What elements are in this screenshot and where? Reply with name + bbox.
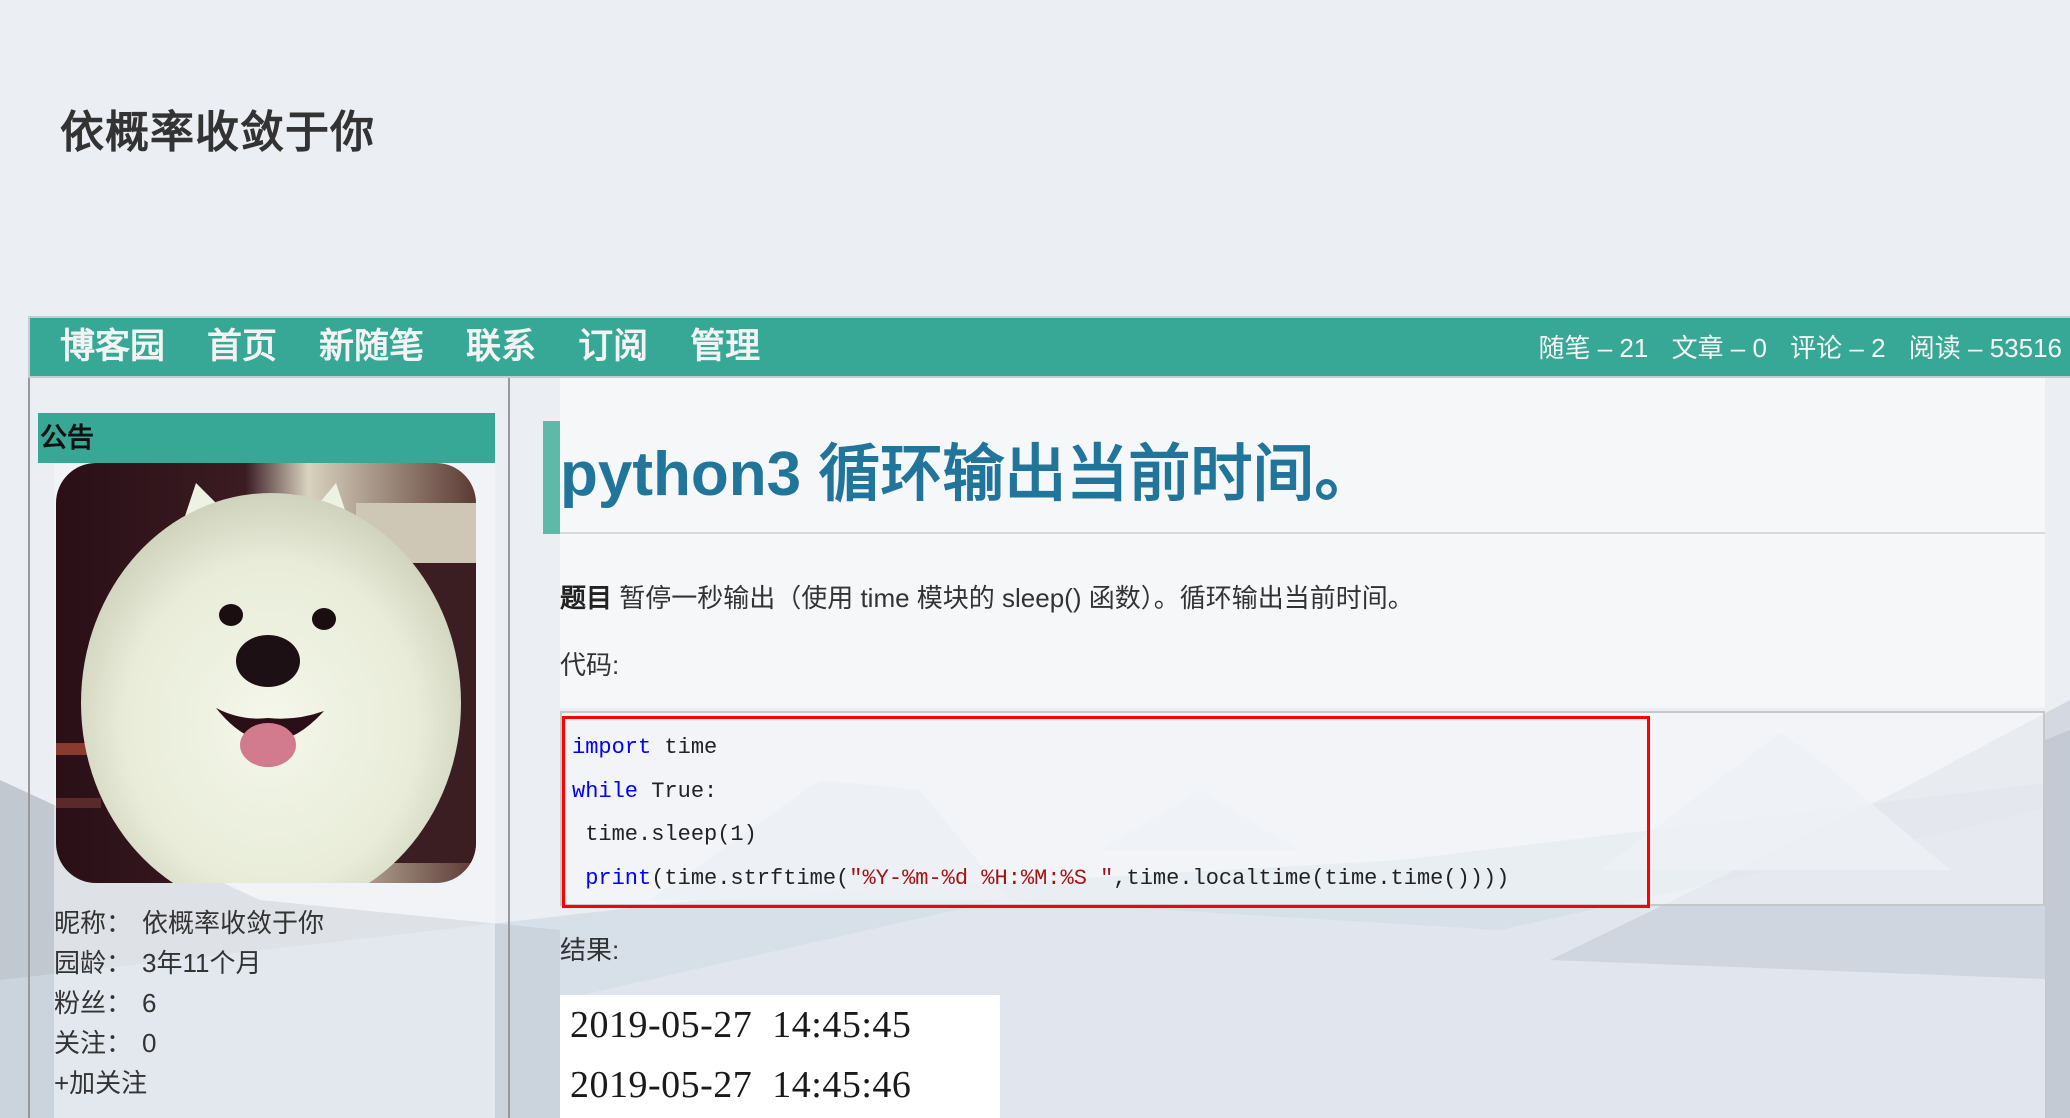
code-line: import time bbox=[572, 726, 1523, 770]
following-label: 关注： bbox=[54, 1028, 133, 1058]
nav-item-home[interactable]: 首页 bbox=[207, 324, 277, 370]
result-line: 2019-05-27 14:45:45 bbox=[570, 1004, 912, 1046]
code-string: "%Y-%m-%d %H:%M:%S " bbox=[849, 865, 1114, 891]
nav-item-cnblogs[interactable]: 博客园 bbox=[60, 324, 165, 370]
stat-articles: 文章 – 0 bbox=[1671, 333, 1767, 363]
code-keyword: while bbox=[572, 778, 639, 804]
age-label: 园龄： bbox=[54, 948, 133, 978]
profile-row-followers: 粉丝： 6 bbox=[54, 983, 324, 1023]
code-keyword: import bbox=[572, 735, 652, 760]
code-text: True: bbox=[638, 778, 718, 804]
stat-views: 阅读 – 53516 bbox=[1908, 333, 2062, 363]
result-label: 结果: bbox=[560, 935, 620, 965]
blog-stats: 随笔 – 21 文章 – 0 评论 – 2 阅读 – 53516 bbox=[1523, 328, 2063, 368]
code-line: print(time.strftime("%Y-%m-%d %H:%M:%S "… bbox=[572, 857, 1523, 901]
question-body: 暂停一秒输出（使用 time 模块的 sleep() 函数）。循环输出当前时间。 bbox=[612, 583, 1414, 613]
nav-item-new-post[interactable]: 新随笔 bbox=[319, 324, 424, 370]
notice-header: 公告 bbox=[38, 413, 495, 463]
followers-value[interactable]: 6 bbox=[142, 983, 156, 1023]
nav-menu: 博客园 首页 新随笔 联系 订阅 管理 bbox=[60, 324, 802, 370]
code-keyword: print bbox=[585, 865, 652, 891]
question-text: 题目 暂停一秒输出（使用 time 模块的 sleep() 函数）。循环输出当前… bbox=[560, 578, 1414, 618]
followers-label: 粉丝： bbox=[54, 988, 133, 1018]
profile-info: 昵称： 依概率收敛于你 园龄： 3年11个月 粉丝： 6 关注： 0 +加关注 bbox=[54, 903, 324, 1103]
stat-posts: 随笔 – 21 bbox=[1538, 333, 1649, 363]
code-text: ,time.localtime(time.time()))) bbox=[1113, 865, 1523, 891]
result-output-image: 2019-05-27 14:45:45 2019-05-27 14:45:46 bbox=[560, 995, 1000, 1118]
profile-row-following: 关注： 0 bbox=[54, 1023, 324, 1063]
question-label: 题目 bbox=[560, 583, 613, 613]
sidebar: 公告 昵称： 依概率收敛于你 园龄： 3年11个月 粉丝： 6 关注： 0 +加… bbox=[28, 378, 510, 1118]
stat-comments: 评论 – 2 bbox=[1790, 333, 1886, 363]
profile-row-age: 园龄： 3年11个月 bbox=[54, 943, 324, 983]
following-value[interactable]: 0 bbox=[142, 1023, 156, 1063]
code-text: time bbox=[651, 735, 718, 760]
title-accent-bar bbox=[543, 421, 560, 534]
blog-title[interactable]: 依概率收敛于你 bbox=[60, 96, 375, 160]
title-divider bbox=[560, 532, 2045, 534]
follow-button[interactable]: +加关注 bbox=[54, 1063, 147, 1103]
code-line: time.sleep(1) bbox=[572, 813, 1523, 857]
nav-item-contact[interactable]: 联系 bbox=[466, 324, 536, 370]
avatar bbox=[56, 463, 476, 883]
nav-item-admin[interactable]: 管理 bbox=[690, 324, 760, 370]
nav-item-subscribe[interactable]: 订阅 bbox=[578, 324, 648, 370]
nickname-value[interactable]: 依概率收敛于你 bbox=[142, 903, 324, 943]
profile-row-nickname: 昵称： 依概率收敛于你 bbox=[54, 903, 324, 943]
code-content: import time while True: time.sleep(1) pri… bbox=[572, 726, 1523, 900]
code-text: time.sleep(1) bbox=[572, 822, 757, 847]
result-line: 2019-05-27 14:45:46 bbox=[570, 1064, 912, 1106]
code-label: 代码: bbox=[560, 650, 620, 680]
top-navbar: 博客园 首页 新随笔 联系 订阅 管理 随笔 – 21 文章 – 0 评论 – … bbox=[28, 316, 2070, 378]
samoyed-dog-avatar-icon bbox=[56, 463, 476, 883]
age-value[interactable]: 3年11个月 bbox=[142, 943, 261, 983]
code-text: (time.strftime( bbox=[651, 865, 850, 891]
nickname-label: 昵称： bbox=[54, 908, 133, 938]
code-line: while True: bbox=[572, 770, 1523, 814]
profile-card: 昵称： 依概率收敛于你 园龄： 3年11个月 粉丝： 6 关注： 0 +加关注 bbox=[54, 463, 495, 1118]
post-title[interactable]: python3 循环输出当前时间。 bbox=[560, 420, 1376, 530]
post-content: python3 循环输出当前时间。 题目 暂停一秒输出（使用 time 模块的 … bbox=[543, 378, 2045, 1118]
